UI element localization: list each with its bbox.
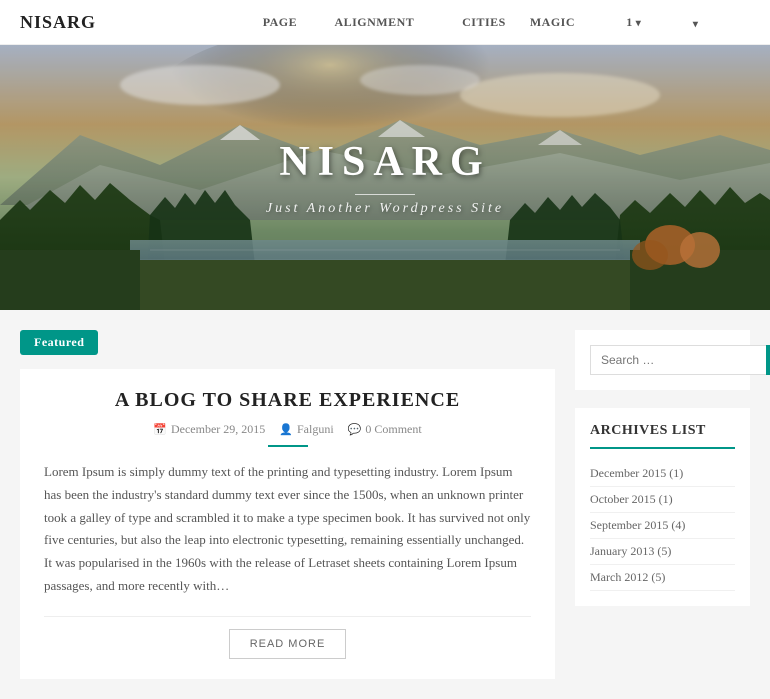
hero-divider xyxy=(355,194,415,195)
search-input[interactable] xyxy=(590,345,766,375)
hero-content: NISARG Just Another Wordpress Site xyxy=(266,138,504,217)
nav-link-frontpage[interactable]: FRONT PAGE xyxy=(251,0,323,45)
archive-item[interactable]: September 2015 (4) xyxy=(590,513,735,539)
read-more-wrap: READ MORE xyxy=(44,616,531,659)
post-comments: 💬 0 Comment xyxy=(348,422,422,437)
archive-item[interactable]: December 2015 (1) xyxy=(590,461,735,487)
nav-link-alignment[interactable]: PAGE IMAGE ALIGNMENT xyxy=(322,0,450,45)
blog-post: A BLOG TO SHARE EXPERIENCE 📅 December 29… xyxy=(20,369,555,679)
comment-icon: 💬 xyxy=(348,423,362,436)
search-box xyxy=(590,345,735,375)
search-widget xyxy=(575,330,750,390)
content-area: Featured A BLOG TO SHARE EXPERIENCE 📅 De… xyxy=(20,330,555,679)
post-meta: 📅 December 29, 2015 👤 Falguni 💬 0 Commen… xyxy=(44,422,531,437)
site-header: NISARG HOME BLOG FRONT PAGE PAGE IMAGE A… xyxy=(0,0,770,45)
post-divider xyxy=(268,445,308,447)
featured-badge: Featured xyxy=(20,330,98,355)
post-author: 👤 Falguni xyxy=(279,422,333,437)
archives-title: ARCHIVES LIST xyxy=(590,423,735,449)
archive-link-oct2015[interactable]: October 2015 (1) xyxy=(590,492,673,506)
hero-subtitle: Just Another Wordpress Site xyxy=(266,201,504,217)
nav-link-level1[interactable]: LEVEL 1 xyxy=(614,0,681,46)
archive-link-dec2015[interactable]: December 2015 (1) xyxy=(590,466,683,480)
archive-link-mar2012[interactable]: March 2012 (5) xyxy=(590,570,665,584)
nav-link-cities[interactable]: ALL CITIES xyxy=(450,0,518,45)
main-container: Featured A BLOG TO SHARE EXPERIENCE 📅 De… xyxy=(0,310,770,699)
post-title: A BLOG TO SHARE EXPERIENCE xyxy=(44,389,531,412)
archive-item[interactable]: March 2012 (5) xyxy=(590,565,735,591)
post-excerpt: Lorem Ipsum is simply dummy text of the … xyxy=(44,461,531,598)
hero-section: NISARG Just Another Wordpress Site xyxy=(0,45,770,310)
sidebar: ARCHIVES LIST December 2015 (1) October … xyxy=(575,330,750,679)
read-more-button[interactable]: READ MORE xyxy=(229,629,347,659)
archive-link-sep2015[interactable]: September 2015 (4) xyxy=(590,518,685,532)
person-icon: 👤 xyxy=(279,423,293,436)
nav-link-home[interactable]: HOME xyxy=(126,0,190,2)
nav-link-about[interactable]: ABOUT xyxy=(681,0,750,47)
archive-item[interactable]: January 2013 (5) xyxy=(590,539,735,565)
search-button[interactable] xyxy=(766,345,770,375)
hero-title: NISARG xyxy=(266,138,504,186)
post-date: 📅 December 29, 2015 xyxy=(153,422,265,437)
archives-list: December 2015 (1) October 2015 (1) Septe… xyxy=(590,461,735,591)
site-logo: NISARG xyxy=(20,12,96,33)
archive-link-jan2013[interactable]: January 2013 (5) xyxy=(590,544,671,558)
calendar-icon: 📅 xyxy=(153,423,167,436)
archives-widget: ARCHIVES LIST December 2015 (1) October … xyxy=(575,408,750,606)
archive-item[interactable]: October 2015 (1) xyxy=(590,487,735,513)
